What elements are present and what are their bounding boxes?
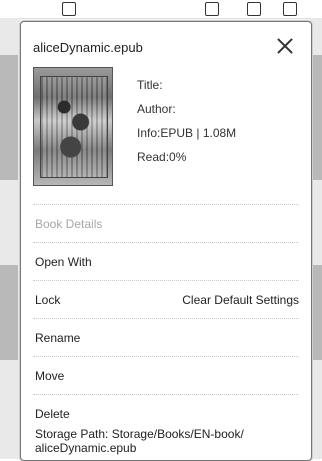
background-toolbar xyxy=(0,0,322,19)
move-label: Move xyxy=(35,369,65,383)
storage-path-line-2: aliceDynamic.epub xyxy=(35,441,137,455)
book-title: Title: xyxy=(137,78,163,92)
menu-item-lock[interactable]: Lock Clear Default Settings xyxy=(33,280,299,318)
dialog-menu: Book Details Open With Lock Clear Defaul… xyxy=(33,204,299,432)
close-icon[interactable] xyxy=(275,36,295,56)
book-details-label: Book Details xyxy=(35,217,103,231)
rename-label: Rename xyxy=(35,331,81,345)
bg-thumbnail xyxy=(0,55,18,180)
menu-item-book-details: Book Details xyxy=(33,204,299,242)
bg-toolbar-icon xyxy=(283,2,297,16)
open-with-label: Open With xyxy=(35,255,92,269)
book-read-progress: Read:0% xyxy=(137,150,187,164)
book-info: Title: Author: Info:EPUB | 1.08M Read:0% xyxy=(137,76,297,172)
storage-path-line-1: Storage Path: Storage/Books/EN-book/ xyxy=(35,427,244,441)
lock-label: Lock xyxy=(35,293,61,307)
bg-toolbar-icon xyxy=(247,2,261,16)
bg-thumbnail xyxy=(312,265,322,360)
bg-thumbnail xyxy=(0,265,18,360)
bg-thumbnail xyxy=(312,55,322,180)
bg-toolbar-icon xyxy=(62,2,76,16)
menu-item-rename[interactable]: Rename xyxy=(33,318,299,356)
book-author: Author: xyxy=(137,102,176,116)
menu-item-open-with[interactable]: Open With xyxy=(33,242,299,280)
delete-label: Delete xyxy=(35,407,70,421)
book-file-info: Info:EPUB | 1.08M xyxy=(137,126,237,140)
dialog-filename: aliceDynamic.epub xyxy=(33,40,143,55)
storage-path: Storage Path: Storage/Books/EN-book/ ali… xyxy=(35,427,301,455)
file-options-dialog: aliceDynamic.epub Title: Author: Info:EP… xyxy=(20,21,312,461)
clear-default-settings-link[interactable]: Clear Default Settings xyxy=(182,293,299,307)
book-cover-image xyxy=(33,67,113,186)
menu-item-move[interactable]: Move xyxy=(33,356,299,394)
dialog-header: aliceDynamic.epub xyxy=(33,36,299,58)
bg-toolbar-icon xyxy=(205,2,219,16)
